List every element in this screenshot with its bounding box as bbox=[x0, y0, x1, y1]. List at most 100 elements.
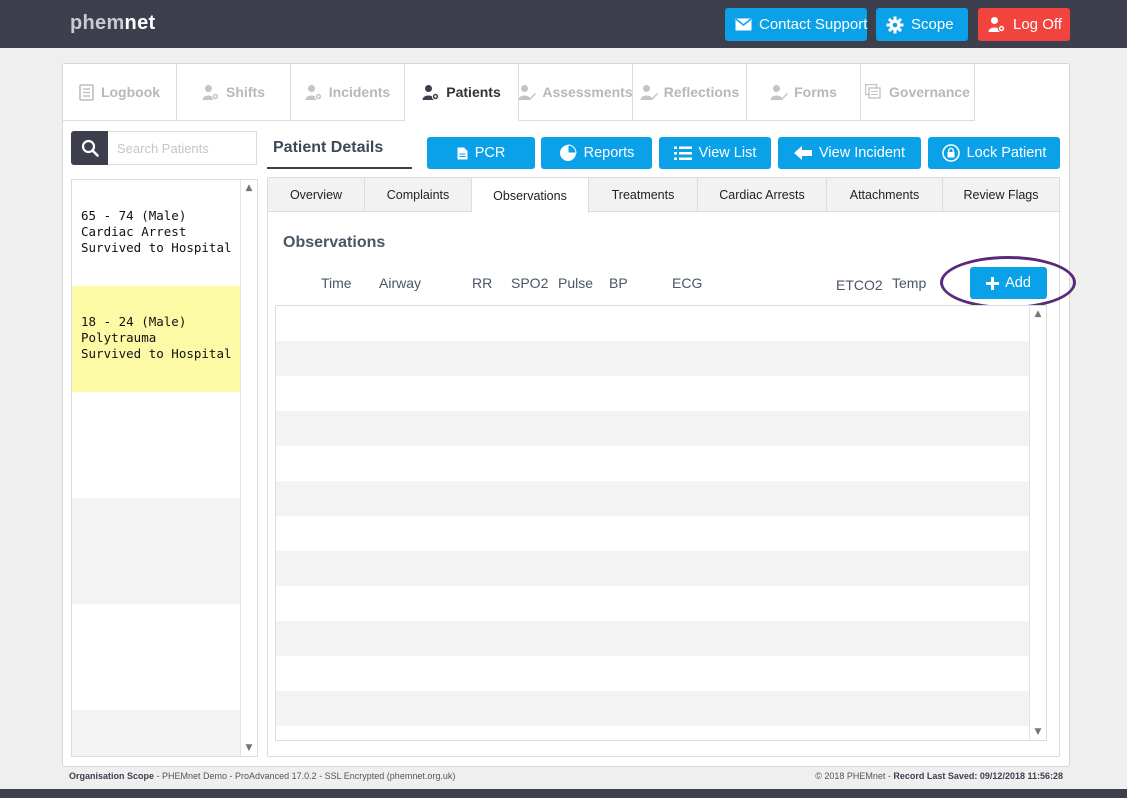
tab-incidents[interactable]: Incidents bbox=[291, 64, 405, 121]
footer-copyright: © 2018 PHEMnet - bbox=[815, 771, 894, 781]
scroll-down-arrow[interactable]: ▼ bbox=[1030, 724, 1046, 740]
gear-icon bbox=[886, 16, 904, 33]
footer-last-saved: Record Last Saved: 09/12/2018 11:56:28 bbox=[893, 771, 1063, 781]
patient-list-scrollbar[interactable]: ▲ ▼ bbox=[240, 180, 257, 756]
pcr-button[interactable]: PCR bbox=[427, 137, 535, 169]
logo-bold-text: net bbox=[124, 12, 156, 34]
footer-scope-info: Organisation Scope - PHEMnet Demo - ProA… bbox=[69, 771, 455, 781]
envelope-icon bbox=[735, 18, 752, 31]
table-row bbox=[276, 516, 1029, 551]
contact-support-button[interactable]: Contact Support bbox=[725, 8, 867, 41]
view-incident-button[interactable]: View Incident bbox=[778, 137, 921, 169]
patient-condition: Polytrauma bbox=[81, 330, 157, 345]
tab-review-flags[interactable]: Review Flags bbox=[943, 178, 1059, 212]
main-panel: Logbook Shifts Incidents Patients Assess… bbox=[62, 63, 1076, 767]
patient-list: 65 - 74 (Male) Cardiac Arrest Survived t… bbox=[71, 179, 258, 757]
tab-incidents-label: Incidents bbox=[328, 84, 391, 100]
column-header-temp: Temp bbox=[892, 275, 927, 291]
lock-patient-button[interactable]: Lock Patient bbox=[928, 137, 1060, 169]
document-icon bbox=[457, 147, 468, 159]
pie-chart-icon bbox=[559, 144, 577, 161]
reports-button[interactable]: Reports bbox=[541, 137, 652, 169]
list-icon bbox=[673, 146, 692, 160]
bottom-strip bbox=[0, 789, 1127, 798]
footer-scope-text: - PHEMnet Demo - ProAdvanced 17.0.2 - SS… bbox=[154, 771, 456, 781]
tab-shifts[interactable]: Shifts bbox=[177, 64, 291, 121]
column-header-time: Time bbox=[321, 275, 352, 291]
patient-list-item[interactable]: 65 - 74 (Male) Cardiac Arrest Survived t… bbox=[72, 180, 241, 286]
scope-label: Scope bbox=[911, 16, 954, 33]
user-pen-icon bbox=[770, 84, 789, 100]
logo-light-text: phem bbox=[70, 12, 125, 34]
tab-logbook[interactable]: Logbook bbox=[63, 64, 177, 121]
reports-label: Reports bbox=[583, 145, 635, 161]
column-header-airway: Airway bbox=[379, 275, 422, 291]
scroll-down-arrow[interactable]: ▼ bbox=[241, 740, 257, 756]
table-row bbox=[276, 726, 1029, 740]
table-row bbox=[276, 586, 1029, 621]
tab-assessments[interactable]: Assessments bbox=[518, 64, 633, 121]
user-gear-icon bbox=[305, 84, 322, 100]
tab-attachments[interactable]: Attachments bbox=[827, 178, 943, 212]
tab-observations[interactable]: Observations bbox=[472, 178, 589, 213]
view-list-button[interactable]: View List bbox=[659, 137, 771, 169]
empty-list-row bbox=[72, 710, 241, 756]
tab-governance-label: Governance bbox=[889, 84, 970, 100]
contact-support-label: Contact Support bbox=[759, 16, 868, 33]
user-pen-icon bbox=[640, 84, 658, 100]
view-incident-label: View Incident bbox=[819, 145, 905, 161]
tab-forms[interactable]: Forms bbox=[747, 64, 861, 121]
title-underline bbox=[267, 167, 412, 169]
search-icon bbox=[81, 139, 99, 157]
tab-patients-label: Patients bbox=[446, 84, 501, 100]
user-gear-icon bbox=[422, 84, 440, 100]
search-button[interactable] bbox=[71, 131, 108, 165]
empty-list-row bbox=[72, 392, 241, 498]
observations-heading: Observations bbox=[283, 234, 386, 251]
table-row bbox=[276, 341, 1029, 376]
tab-forms-label: Forms bbox=[794, 84, 837, 100]
tab-assessments-label: Assessments bbox=[542, 84, 633, 100]
tab-treatments[interactable]: Treatments bbox=[589, 178, 698, 212]
column-header-pulse: Pulse bbox=[558, 275, 594, 291]
app-logo[interactable]: phemnet bbox=[70, 12, 155, 35]
scope-button[interactable]: Scope bbox=[876, 8, 968, 41]
user-gear-icon bbox=[988, 17, 1006, 33]
patient-condition: Cardiac Arrest bbox=[81, 224, 187, 239]
view-list-label: View List bbox=[698, 145, 757, 161]
search-patients-input[interactable] bbox=[108, 131, 257, 165]
tab-reflections[interactable]: Reflections bbox=[633, 64, 747, 121]
scroll-up-arrow[interactable]: ▲ bbox=[1030, 306, 1046, 322]
user-pen-icon bbox=[518, 84, 537, 100]
column-header-spo2: SPO2 bbox=[511, 275, 549, 291]
column-header-etco2: ETCO2 bbox=[836, 277, 883, 293]
log-off-button[interactable]: Log Off bbox=[978, 8, 1070, 41]
tab-complaints[interactable]: Complaints bbox=[365, 178, 472, 212]
column-header-ecg: ECG bbox=[672, 275, 703, 291]
tab-shifts-label: Shifts bbox=[226, 84, 265, 100]
add-observation-button[interactable]: Add bbox=[970, 267, 1047, 299]
arrow-left-icon bbox=[794, 146, 812, 160]
table-row bbox=[276, 691, 1029, 726]
scroll-up-arrow[interactable]: ▲ bbox=[241, 180, 257, 196]
tab-cardiac-arrests[interactable]: Cardiac Arrests bbox=[698, 178, 827, 212]
empty-list-row bbox=[72, 604, 241, 710]
tab-patients[interactable]: Patients bbox=[405, 64, 519, 121]
patient-outcome: Survived to Hospital bbox=[81, 346, 232, 361]
pcr-label: PCR bbox=[474, 145, 506, 161]
patient-list-item-selected[interactable]: 18 - 24 (Male) Polytrauma Survived to Ho… bbox=[72, 286, 241, 392]
table-row bbox=[276, 306, 1029, 341]
detail-tabs: Overview Complaints Observations Treatme… bbox=[268, 178, 1059, 213]
add-label: Add bbox=[1005, 275, 1031, 291]
tab-reflections-label: Reflections bbox=[663, 84, 740, 100]
table-row bbox=[276, 446, 1029, 481]
tab-overview[interactable]: Overview bbox=[268, 178, 365, 212]
tab-governance[interactable]: Governance bbox=[861, 64, 975, 121]
table-row bbox=[276, 621, 1029, 656]
table-row bbox=[276, 376, 1029, 411]
patient-detail-container: Overview Complaints Observations Treatme… bbox=[267, 177, 1076, 757]
empty-list-row bbox=[72, 498, 241, 604]
observations-scrollbar[interactable]: ▲ ▼ bbox=[1029, 306, 1046, 740]
patient-details-title: Patient Details bbox=[273, 139, 384, 156]
lock-icon bbox=[941, 144, 960, 162]
